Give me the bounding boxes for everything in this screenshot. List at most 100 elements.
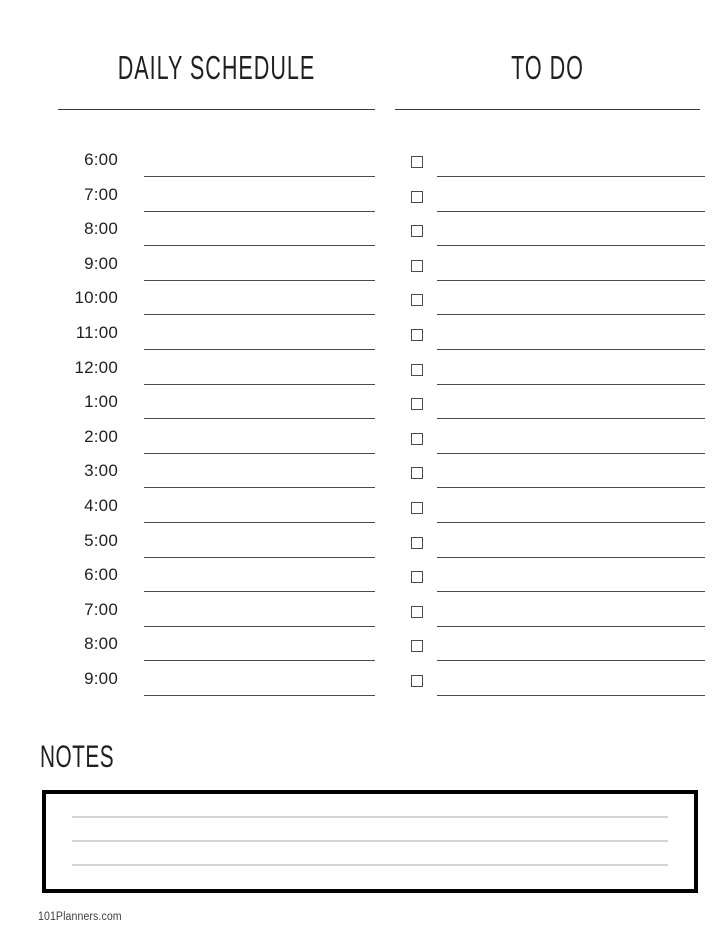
checkbox-icon[interactable]: [411, 190, 423, 203]
todo-row: [395, 496, 715, 531]
checkbox-icon[interactable]: [411, 156, 423, 168]
schedule-write-line[interactable]: [144, 591, 375, 593]
schedule-row: 5:00: [0, 531, 380, 566]
schedule-write-line[interactable]: [144, 487, 375, 489]
todo-write-line[interactable]: [437, 314, 705, 316]
schedule-row: 4:00: [0, 496, 380, 531]
schedule-row: 10:00: [0, 288, 380, 323]
todo-header-rule: [395, 109, 700, 110]
schedule-write-line[interactable]: [144, 452, 375, 454]
todo-write-line[interactable]: [437, 556, 705, 558]
schedule-time-label: 4:00: [84, 495, 118, 515]
schedule-row: 8:00: [0, 634, 380, 669]
schedule-header: DAILY SCHEDULE: [58, 49, 375, 110]
todo-row: [395, 219, 715, 254]
todo-write-line[interactable]: [437, 176, 705, 177]
schedule-row: 8:00: [0, 219, 380, 254]
checkbox-icon[interactable]: [411, 294, 423, 307]
checkbox-icon[interactable]: [411, 640, 423, 653]
schedule-write-line[interactable]: [144, 694, 375, 696]
schedule-title: DAILY SCHEDULE: [117, 49, 316, 87]
checkbox-icon[interactable]: [411, 674, 423, 687]
todo-write-line[interactable]: [437, 625, 705, 627]
todo-write-line[interactable]: [437, 521, 705, 523]
todo-header: TO DO: [395, 49, 700, 110]
todo-write-line[interactable]: [437, 348, 705, 350]
checkbox-icon[interactable]: [411, 605, 423, 618]
schedule-time-label: 9:00: [84, 668, 118, 688]
schedule-write-line[interactable]: [144, 556, 375, 558]
todo-write-line[interactable]: [437, 452, 705, 454]
schedule-time-label: 5:00: [84, 530, 118, 550]
notes-box[interactable]: [42, 790, 698, 893]
schedule-write-line[interactable]: [144, 245, 375, 247]
checkbox-icon[interactable]: [411, 259, 423, 272]
schedule-row: 1:00: [0, 392, 380, 427]
schedule-write-line[interactable]: [144, 176, 375, 177]
todo-write-line[interactable]: [437, 418, 705, 420]
checkbox-icon[interactable]: [411, 328, 423, 341]
checkbox-icon[interactable]: [411, 363, 423, 376]
schedule-time-label: 6:00: [84, 565, 118, 585]
schedule-list: 6:00 7:00 8:00 9:00 10:00 11:00 12:00 1:00 2:00 3…: [0, 150, 380, 704]
checkbox-icon[interactable]: [411, 536, 423, 549]
checkbox-icon[interactable]: [411, 432, 423, 445]
todo-row: [395, 288, 715, 323]
schedule-write-line[interactable]: [144, 418, 375, 420]
planner-page: DAILY SCHEDULE TO DO 6:00 7:00 8:00 9:00 10:…: [0, 0, 728, 942]
schedule-write-line[interactable]: [144, 348, 375, 350]
todo-write-line[interactable]: [437, 660, 705, 662]
todo-row: [395, 634, 715, 669]
notes-write-line[interactable]: [72, 864, 668, 866]
schedule-write-line[interactable]: [144, 521, 375, 523]
todo-write-line[interactable]: [437, 279, 705, 281]
todo-write-line[interactable]: [437, 591, 705, 593]
schedule-time-label: 8:00: [84, 634, 118, 654]
schedule-row: 12:00: [0, 358, 380, 393]
todo-row: [395, 600, 715, 635]
todo-row: [395, 254, 715, 289]
checkbox-icon[interactable]: [411, 467, 423, 480]
schedule-write-line[interactable]: [144, 660, 375, 662]
schedule-write-line[interactable]: [144, 383, 375, 385]
todo-write-line[interactable]: [437, 383, 705, 385]
schedule-time-label: 9:00: [84, 253, 118, 273]
schedule-time-label: 10:00: [74, 288, 118, 308]
notes-write-line[interactable]: [72, 840, 668, 842]
footer-credit: 101Planners.com: [38, 911, 122, 923]
todo-row: [395, 358, 715, 393]
todo-title: TO DO: [511, 49, 584, 87]
todo-row: [395, 323, 715, 358]
todo-row: [395, 392, 715, 427]
checkbox-icon[interactable]: [411, 398, 423, 411]
notes-title: NOTES: [40, 737, 115, 775]
schedule-row: 6:00: [0, 565, 380, 600]
schedule-time-label: 6:00: [84, 150, 118, 169]
checkbox-icon[interactable]: [411, 501, 423, 514]
schedule-write-line[interactable]: [144, 279, 375, 281]
todo-write-line[interactable]: [437, 245, 705, 247]
checkbox-icon[interactable]: [411, 571, 423, 584]
schedule-write-line[interactable]: [144, 625, 375, 627]
todo-row: [395, 185, 715, 220]
schedule-row: 2:00: [0, 427, 380, 462]
todo-row: [395, 150, 715, 185]
schedule-time-label: 7:00: [84, 184, 118, 204]
todo-write-line[interactable]: [437, 487, 705, 489]
schedule-write-line[interactable]: [144, 210, 375, 212]
schedule-row: 11:00: [0, 323, 380, 358]
todo-row: [395, 461, 715, 496]
todo-write-line[interactable]: [437, 210, 705, 212]
todo-write-line[interactable]: [437, 694, 705, 696]
todo-row: [395, 565, 715, 600]
checkbox-icon[interactable]: [411, 225, 423, 238]
todo-row: [395, 427, 715, 462]
schedule-row: 9:00: [0, 254, 380, 289]
schedule-time-label: 11:00: [75, 322, 118, 342]
schedule-time-label: 1:00: [84, 392, 118, 412]
todo-row: [395, 669, 715, 704]
schedule-row: 9:00: [0, 669, 380, 704]
schedule-row: 7:00: [0, 600, 380, 635]
schedule-write-line[interactable]: [144, 314, 375, 316]
notes-write-line[interactable]: [72, 816, 668, 818]
